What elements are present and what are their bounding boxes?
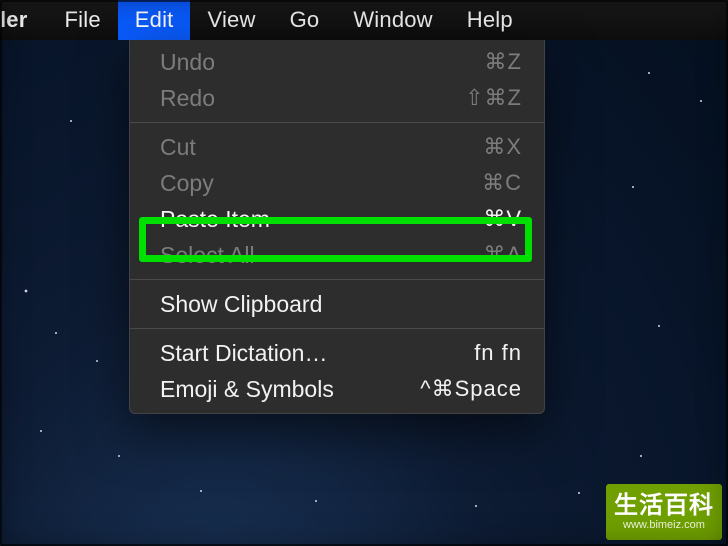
menu-item-shortcut: fn fn (474, 340, 522, 366)
menu-item-shortcut: ⌘C (482, 170, 522, 196)
star-decoration (55, 332, 57, 334)
menu-item-copy[interactable]: Copy ⌘C (130, 165, 544, 201)
menu-item-shortcut: ⇧⌘Z (465, 85, 522, 111)
star-decoration (475, 505, 477, 507)
menu-item-shortcut: ⌘Z (485, 49, 522, 75)
menu-item-shortcut: ⌘V (483, 206, 522, 232)
menu-item-emoji-symbols[interactable]: Emoji & Symbols ^⌘Space (130, 371, 544, 407)
watermark-text: 生活百科 (614, 492, 714, 520)
menubar-file[interactable]: File (48, 0, 118, 40)
menubar-go[interactable]: Go (273, 0, 337, 40)
menu-item-label: Copy (160, 170, 214, 197)
star-decoration (658, 325, 660, 327)
watermark-badge: 生活百科 www.bimeiz.com (606, 484, 722, 540)
menu-separator (130, 279, 544, 280)
menu-bar: ler File Edit View Go Window Help (0, 0, 728, 40)
menu-item-select-all[interactable]: Select All ⌘A (130, 237, 544, 273)
menu-item-shortcut: ^⌘Space (420, 376, 522, 402)
menu-item-label: Paste Item (160, 206, 270, 233)
menu-item-redo[interactable]: Redo ⇧⌘Z (130, 80, 544, 116)
menu-item-label: Redo (160, 85, 215, 112)
menubar-app-name[interactable]: ler (0, 0, 48, 40)
star-decoration (632, 186, 634, 188)
menu-separator (130, 122, 544, 123)
menubar-window[interactable]: Window (336, 0, 449, 40)
menu-item-start-dictation[interactable]: Start Dictation… fn fn (130, 335, 544, 371)
menubar-edit[interactable]: Edit (118, 0, 191, 40)
menu-item-show-clipboard[interactable]: Show Clipboard (130, 286, 544, 322)
menu-item-undo[interactable]: Undo ⌘Z (130, 44, 544, 80)
star-decoration (70, 120, 72, 122)
star-decoration (25, 290, 28, 293)
menu-item-label: Show Clipboard (160, 291, 322, 318)
menubar-help[interactable]: Help (450, 0, 530, 40)
menu-item-label: Cut (160, 134, 196, 161)
star-decoration (118, 455, 120, 457)
star-decoration (648, 72, 650, 74)
star-decoration (40, 430, 42, 432)
watermark-url: www.bimeiz.com (623, 519, 705, 532)
star-decoration (200, 490, 202, 492)
menu-item-shortcut: ⌘A (483, 242, 522, 268)
star-decoration (315, 500, 317, 502)
menu-item-label: Start Dictation… (160, 340, 327, 367)
menu-item-label: Select All (160, 242, 255, 269)
edit-dropdown-menu: Undo ⌘Z Redo ⇧⌘Z Cut ⌘X Copy ⌘C Paste It… (129, 40, 545, 414)
menu-separator (130, 328, 544, 329)
menu-item-label: Undo (160, 49, 215, 76)
menu-item-label: Emoji & Symbols (160, 376, 334, 403)
star-decoration (578, 492, 580, 494)
star-decoration (640, 455, 642, 457)
menu-item-shortcut: ⌘X (483, 134, 522, 160)
star-decoration (700, 100, 702, 102)
menu-item-paste-item[interactable]: Paste Item ⌘V (130, 201, 544, 237)
star-decoration (96, 360, 98, 362)
menubar-view[interactable]: View (190, 0, 272, 40)
menu-item-cut[interactable]: Cut ⌘X (130, 129, 544, 165)
